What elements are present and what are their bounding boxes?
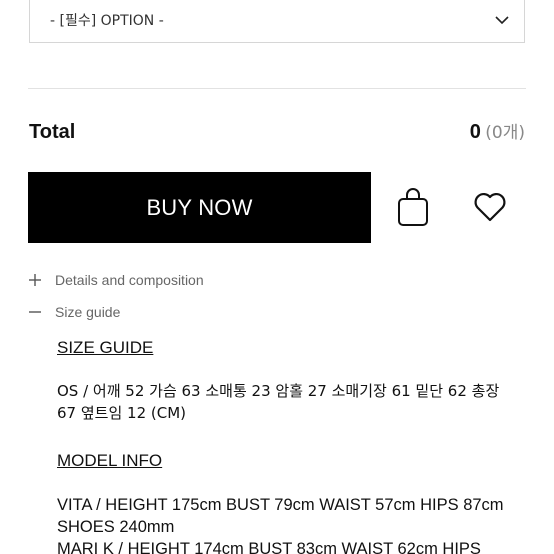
accordion-size-label: Size guide xyxy=(55,304,121,320)
total-amount-group: 0 (0개) xyxy=(470,118,525,144)
size-guide-heading: SIZE GUIDE xyxy=(57,338,154,357)
heart-icon[interactable] xyxy=(472,189,508,225)
minus-icon xyxy=(29,311,41,313)
shopping-bag-icon[interactable] xyxy=(395,187,431,229)
size-guide-measurements: OS / 어깨 52 가슴 63 소매통 23 암홀 27 소매기장 61 밑단… xyxy=(57,382,500,422)
accordion-details[interactable]: Details and composition xyxy=(28,272,204,288)
total-label: Total xyxy=(29,121,76,143)
option-select[interactable]: - [필수] OPTION - xyxy=(29,0,525,43)
option-select-label: - [필수] OPTION - xyxy=(50,13,164,29)
plus-icon xyxy=(29,274,41,286)
model-info-1: VITA / HEIGHT 175cm BUST 79cm WAIST 57cm… xyxy=(57,496,504,536)
model-info-heading: MODEL INFO xyxy=(57,451,163,470)
chevron-down-icon xyxy=(495,16,509,25)
total-row: Total 0 (0개) xyxy=(29,118,525,144)
buy-now-button[interactable]: BUY NOW xyxy=(28,172,371,243)
divider xyxy=(28,88,526,89)
total-amount: 0 xyxy=(469,121,481,143)
total-count: (0개) xyxy=(485,123,525,143)
accordion-details-label: Details and composition xyxy=(55,272,204,288)
accordion-size-guide[interactable]: Size guide xyxy=(28,304,120,320)
model-info-2: MARI K / HEIGHT 174cm BUST 83cm WAIST 62… xyxy=(57,540,481,554)
